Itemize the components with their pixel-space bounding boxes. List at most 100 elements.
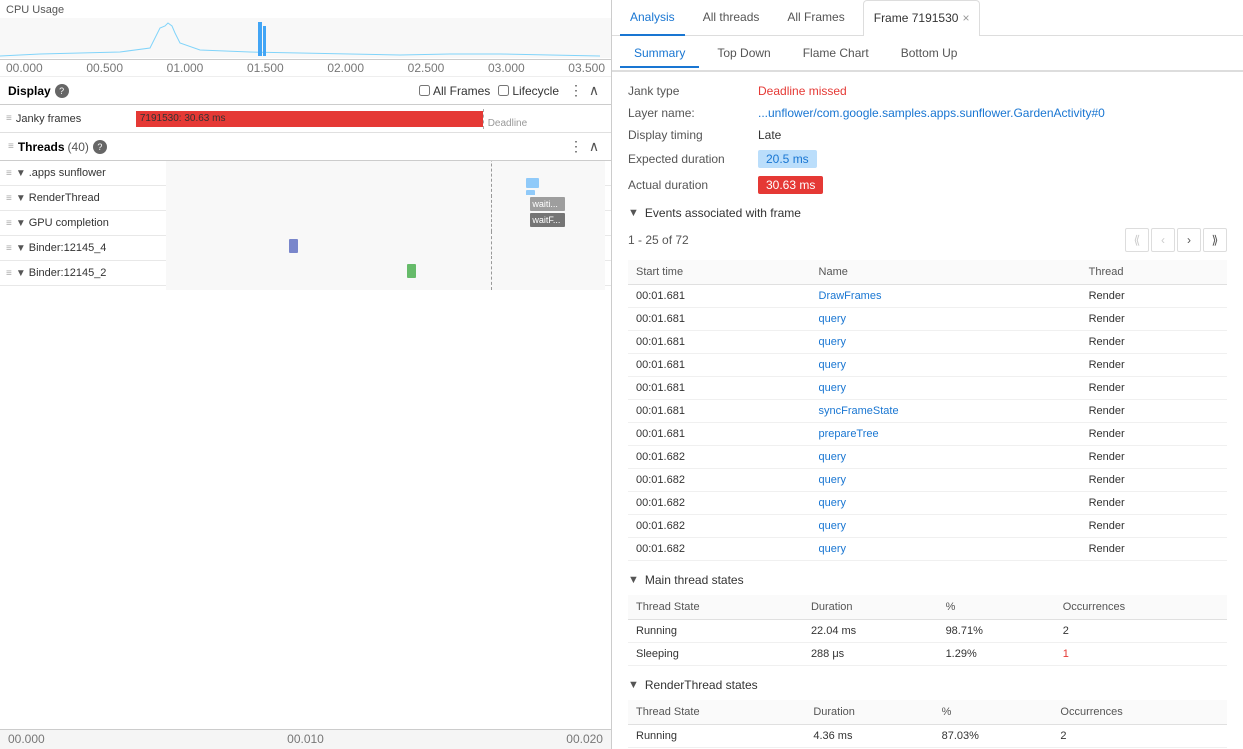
frame-tab-close[interactable]: ×: [962, 11, 969, 25]
events-section-label: Events associated with frame: [645, 206, 801, 220]
subtab-topdown[interactable]: Top Down: [703, 40, 784, 68]
col-start-time: Start time: [628, 260, 811, 285]
more-options-icon[interactable]: ⋮: [567, 82, 585, 100]
lifecycle-checkbox[interactable]: Lifecycle: [498, 84, 559, 98]
expand-arrow[interactable]: ▼: [16, 218, 26, 229]
display-bar: Display ? All Frames Lifecycle ⋮ ∧: [0, 77, 611, 105]
page-prev-btn[interactable]: ‹: [1151, 228, 1175, 252]
cpu-usage-section: CPU Usage: [0, 0, 611, 60]
col-thread: Thread: [1081, 260, 1227, 285]
expand-arrow[interactable]: ▼: [16, 243, 26, 254]
table-row[interactable]: 00:01.682queryRender: [628, 515, 1227, 538]
threads-list[interactable]: ≡ ▼ .apps sunflower Choreographer#doFram…: [0, 161, 611, 729]
table-row[interactable]: 00:01.681queryRender: [628, 354, 1227, 377]
table-row[interactable]: 00:01.682queryRender: [628, 492, 1227, 515]
display-timing-row: Display timing Late: [628, 128, 1227, 142]
table-row: Running22.04 ms98.71%2: [628, 620, 1227, 643]
jank-type-label: Jank type: [628, 84, 758, 98]
thread-name-area: ≡ ▼ .apps sunflower: [6, 167, 166, 179]
tab-all-threads[interactable]: All threads: [693, 0, 770, 36]
page-first-btn[interactable]: ⟪: [1125, 228, 1149, 252]
layer-name-row: Layer name: ...unflower/com.google.sampl…: [628, 106, 1227, 120]
cpu-chart: [0, 18, 611, 58]
table-row: Sleeping288 μs1.29%1: [628, 643, 1227, 666]
threads-more-icon[interactable]: ⋮: [567, 138, 585, 156]
display-timing-value: Late: [758, 128, 781, 142]
rth-col-occ: Occurrences: [1052, 700, 1227, 725]
cpu-usage-label: CPU Usage: [0, 2, 611, 18]
janky-bar-container: 7191530: 30.63 ms Deadline: [136, 109, 605, 129]
all-frames-checkbox[interactable]: All Frames: [419, 84, 490, 98]
table-row: Running4.36 ms87.03%2: [628, 725, 1227, 748]
main-thread-label: Main thread states: [645, 573, 744, 587]
analysis-content: Jank type Deadline missed Layer name: ..…: [612, 72, 1243, 749]
jank-type-row: Jank type Deadline missed: [628, 84, 1227, 98]
table-row[interactable]: 00:01.681queryRender: [628, 377, 1227, 400]
mth-col-duration: Duration: [803, 595, 938, 620]
tab-analysis[interactable]: Analysis: [620, 0, 685, 36]
binder2-timeline[interactable]: [166, 256, 605, 290]
page-last-btn[interactable]: ⟫: [1203, 228, 1227, 252]
bottom-ruler: 00.000 00.010 00.020: [0, 729, 611, 749]
expected-duration-label: Expected duration: [628, 152, 758, 166]
expand-arrow[interactable]: ▼: [16, 268, 26, 279]
events-section-arrow[interactable]: ▼: [628, 207, 639, 219]
mth-col-state: Thread State: [628, 595, 803, 620]
main-thread-table: Thread State Duration % Occurrences Runn…: [628, 595, 1227, 666]
janky-bar[interactable]: 7191530: 30.63 ms: [136, 111, 483, 127]
page-next-btn[interactable]: ›: [1177, 228, 1201, 252]
binder4-label: Binder:12145_4: [29, 242, 107, 254]
render-thread-table: Thread State Duration % Occurrences Runn…: [628, 700, 1227, 748]
threads-help-icon[interactable]: ?: [93, 140, 107, 154]
table-row[interactable]: 00:01.681DrawFramesRender: [628, 285, 1227, 308]
display-timing-label: Display timing: [628, 128, 758, 142]
analysis-tabs-bar: Analysis All threads All Frames Frame 71…: [612, 0, 1243, 36]
table-row[interactable]: 00:01.682queryRender: [628, 446, 1227, 469]
threads-header: ≡ Threads (40) ? ⋮ ∧: [0, 133, 611, 161]
actual-duration-row: Actual duration 30.63 ms: [628, 176, 1227, 194]
binder2-label: Binder:12145_2: [29, 267, 107, 279]
table-row[interactable]: 00:01.681syncFrameStateRender: [628, 400, 1227, 423]
mth-col-occ: Occurrences: [1055, 595, 1227, 620]
table-row[interactable]: 00:01.682queryRender: [628, 538, 1227, 561]
sub-tabs-bar: Summary Top Down Flame Chart Bottom Up: [612, 36, 1243, 72]
layer-name-value[interactable]: ...unflower/com.google.samples.apps.sunf…: [758, 106, 1105, 120]
expected-duration-value: 20.5 ms: [758, 150, 817, 168]
expand-arrow[interactable]: ▼: [16, 193, 26, 204]
tab-all-frames[interactable]: All Frames: [777, 0, 854, 36]
janky-label: Janky frames: [16, 113, 136, 125]
table-row[interactable]: 00:01.681queryRender: [628, 331, 1227, 354]
threads-handle: ≡: [8, 141, 14, 152]
janky-bar-text: 7191530: 30.63 ms: [140, 113, 226, 124]
subtab-bottomup[interactable]: Bottom Up: [887, 40, 972, 68]
events-section-header: ▼ Events associated with frame: [628, 206, 1227, 220]
threads-collapse-icon[interactable]: ∧: [585, 138, 603, 156]
layer-name-label: Layer name:: [628, 106, 758, 120]
expected-duration-row: Expected duration 20.5 ms: [628, 150, 1227, 168]
main-thread-arrow[interactable]: ▼: [628, 574, 639, 586]
threads-title: Threads: [18, 140, 65, 154]
rth-col-pct: %: [934, 700, 1053, 725]
display-help-icon[interactable]: ?: [55, 84, 69, 98]
events-pagination: 1 - 25 of 72 ⟪ ‹ › ⟫: [628, 228, 1227, 252]
jank-type-value: Deadline missed: [758, 84, 847, 98]
tab-frame[interactable]: Frame 7191530 ×: [863, 0, 981, 36]
col-name: Name: [811, 260, 1081, 285]
mth-col-pct: %: [938, 595, 1055, 620]
render-thread-states-header: ▼ RenderThread states: [628, 678, 1227, 692]
expand-arrow[interactable]: ▼: [16, 168, 26, 179]
deadline-line: [483, 109, 484, 129]
subtab-flamechart[interactable]: Flame Chart: [789, 40, 883, 68]
thread-item-binder2: ≡ ▼ Binder:12145_2: [0, 261, 611, 286]
render-thread-arrow[interactable]: ▼: [628, 679, 639, 691]
pagination-label: 1 - 25 of 72: [628, 233, 689, 247]
expected-duration-bar: 20.5 ms: [758, 150, 817, 168]
table-row[interactable]: 00:01.681queryRender: [628, 308, 1227, 331]
actual-duration-bar: 30.63 ms: [758, 176, 823, 194]
table-row[interactable]: 00:01.682queryRender: [628, 469, 1227, 492]
subtab-summary[interactable]: Summary: [620, 40, 699, 68]
main-thread-states-header: ▼ Main thread states: [628, 573, 1227, 587]
table-row[interactable]: 00:01.681prepareTreeRender: [628, 423, 1227, 446]
render-thread-label: RenderThread states: [645, 678, 758, 692]
collapse-icon[interactable]: ∧: [585, 82, 603, 100]
